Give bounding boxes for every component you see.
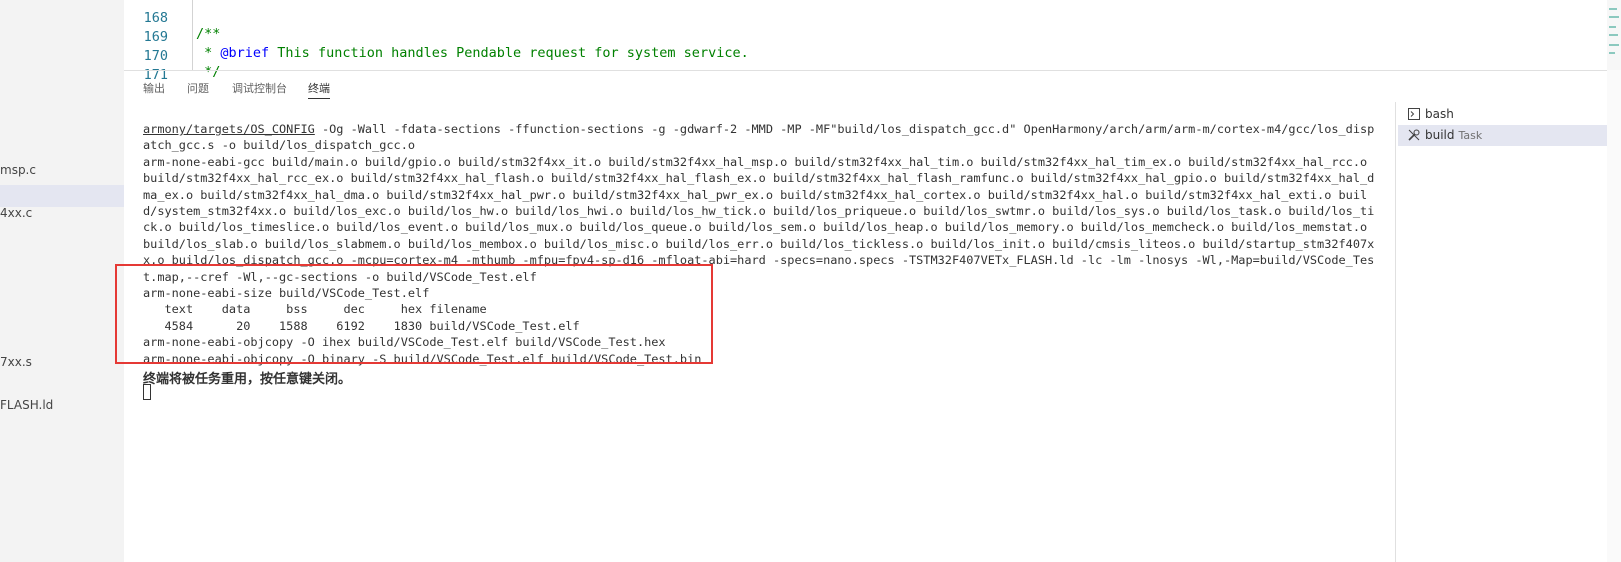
- sidebar-file-7xx[interactable]: 7xx.s: [0, 355, 32, 369]
- terminal-list-item-build[interactable]: build Task: [1398, 125, 1621, 146]
- terminal-reuse-notice: 终端将被任务重用，按任意键关闭。: [143, 372, 352, 387]
- terminal-list-label: bash: [1425, 107, 1454, 121]
- editor-line: 169 * @brief This function handles Penda…: [124, 13, 749, 61]
- terminal-line: armony/targets/OS_CONFIG -Og -Wall -fdat…: [143, 121, 1379, 154]
- code-text: */: [196, 64, 221, 80]
- doc-tag: @brief: [220, 45, 270, 61]
- editor-line: 168 /**: [124, 0, 221, 42]
- sidebar-file-msp[interactable]: msp.c: [0, 163, 36, 177]
- tab-terminal[interactable]: 终端: [308, 80, 330, 99]
- code-editor[interactable]: 168 /** 169 * @brief This function handl…: [124, 0, 1604, 83]
- terminal-icon: [1408, 108, 1420, 120]
- terminal-path-link[interactable]: armony/targets/OS_CONFIG: [143, 122, 315, 136]
- code-text: /**: [196, 26, 221, 42]
- tools-icon: [1408, 129, 1420, 141]
- sidebar-selection-highlight: [0, 185, 124, 207]
- editor-line: 171: [124, 51, 168, 83]
- sidebar-file-4xx[interactable]: 4xx.c: [0, 206, 32, 220]
- panel-scrollbar[interactable]: [1607, 70, 1621, 562]
- explorer-sidebar: msp.c 4xx.c 7xx.s FLASH.ld: [0, 0, 124, 562]
- terminal-list-label: build Task: [1425, 128, 1482, 142]
- editor-minimap[interactable]: [1607, 0, 1621, 70]
- indent-guide: [192, 0, 193, 70]
- editor-line: 170 */: [124, 32, 221, 80]
- comment-body: This function handles Pendable request f…: [269, 45, 749, 61]
- code-text: * @brief This function handles Pendable …: [196, 45, 749, 61]
- comment-prefix: *: [196, 45, 221, 61]
- terminal-list-title: build: [1425, 128, 1455, 142]
- sidebar-file-flash-ld[interactable]: FLASH.ld: [0, 398, 53, 412]
- highlight-box: [115, 264, 713, 364]
- terminal-list-sub: Task: [1458, 129, 1483, 142]
- terminal-list-divider[interactable]: [1395, 102, 1396, 562]
- terminal-list-item-bash[interactable]: bash: [1398, 104, 1621, 125]
- tab-problems[interactable]: 问题: [187, 80, 209, 96]
- terminal-cursor: [143, 384, 151, 400]
- terminal-compile-args: -Og -Wall -fdata-sections -ffunction-sec…: [143, 122, 1375, 153]
- tab-output[interactable]: 输出: [143, 80, 165, 96]
- tab-debug-console[interactable]: 调试控制台: [232, 80, 287, 96]
- panel-border: [124, 70, 1621, 71]
